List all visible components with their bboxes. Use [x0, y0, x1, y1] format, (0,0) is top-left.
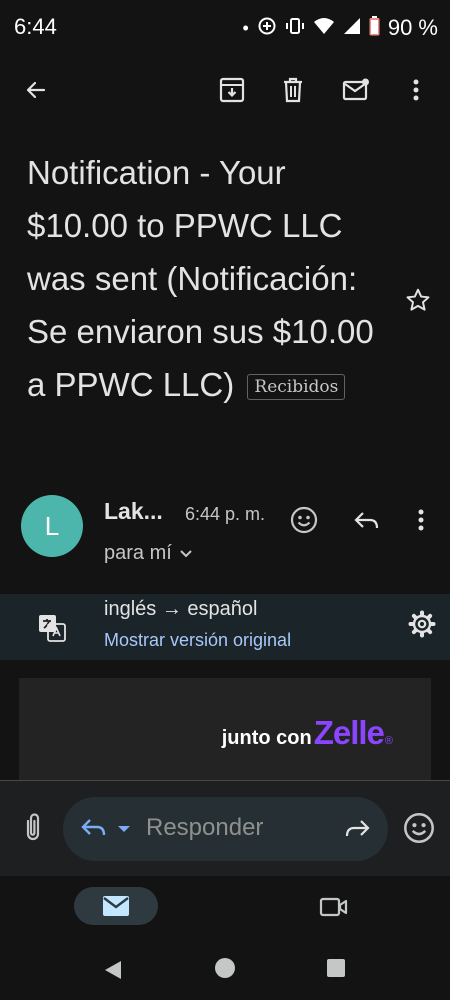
status-time: 6:44 — [14, 14, 57, 39]
system-home-icon[interactable] — [215, 958, 235, 978]
nav-mail-tab[interactable] — [74, 887, 158, 925]
vibrate-icon — [285, 16, 305, 41]
archive-button[interactable] — [212, 70, 252, 110]
signal-icon — [343, 17, 361, 40]
bottom-navigation — [0, 876, 450, 942]
status-bar: 6:44 • 90 % — [0, 0, 450, 56]
reply-bar: Responder — [0, 780, 450, 876]
system-recents-icon[interactable] — [327, 959, 345, 977]
email-content-card: junto con Zelle ® — [19, 678, 431, 780]
more-options-button[interactable] — [396, 70, 436, 110]
email-time: 6:44 p. m. — [185, 504, 266, 524]
attachment-icon[interactable] — [18, 811, 48, 843]
translation-bar: inglés → español Mostrar versión origina… — [0, 594, 450, 660]
add-reaction-button[interactable] — [286, 502, 322, 538]
show-original-link[interactable]: Mostrar versión original — [104, 630, 291, 651]
star-icon — [406, 288, 430, 311]
forward-icon[interactable] — [344, 818, 370, 838]
zelle-logo: Zelle — [313, 714, 385, 751]
reply-icon — [354, 512, 379, 529]
sender-avatar[interactable]: L — [21, 495, 83, 557]
battery-percent: 90 % — [387, 15, 438, 40]
message-more-button[interactable] — [403, 502, 439, 538]
archive-icon — [219, 77, 245, 103]
brand-prefix: junto con — [221, 727, 312, 749]
battery-icon — [369, 15, 380, 41]
sender-name[interactable]: Lak... — [104, 498, 163, 525]
back-arrow-icon — [26, 81, 46, 99]
recipient-text: para mí — [104, 542, 172, 564]
more-vert-icon — [413, 79, 419, 101]
wifi-icon — [313, 17, 335, 40]
chevron-down-icon — [180, 549, 192, 557]
translation-settings-button[interactable] — [404, 606, 440, 642]
email-screen: 6:44 • 90 % Notification - Your $10.00 t… — [0, 0, 450, 1000]
dot-icon: • — [242, 18, 249, 38]
registered-mark: ® — [384, 735, 393, 747]
email-subject: Notification - Your $10.00 to PPWC LLC w… — [27, 146, 389, 411]
trash-icon — [284, 77, 302, 103]
status-icons: • 90 % — [243, 15, 438, 41]
emoji-icon — [290, 506, 318, 534]
translate-icon — [39, 615, 66, 642]
email-header: Notification - Your $10.00 to PPWC LLC w… — [0, 124, 450, 594]
mark-unread-icon — [342, 78, 369, 101]
caret-down-icon[interactable] — [117, 825, 131, 833]
nav-meet-tab[interactable] — [316, 892, 352, 922]
emoji-icon[interactable] — [403, 812, 435, 844]
delete-button[interactable] — [273, 70, 313, 110]
translation-languages: inglés → español — [104, 598, 258, 620]
brand-line: junto con Zelle ® — [222, 714, 393, 752]
top-app-bar — [0, 56, 450, 124]
reply-placeholder: Responder — [146, 814, 264, 841]
data-saver-icon — [257, 16, 277, 41]
inbox-label-chip[interactable]: Recibidos — [247, 374, 346, 400]
reply-input[interactable]: Responder — [63, 797, 388, 861]
gear-icon — [408, 610, 436, 638]
mark-unread-button[interactable] — [336, 70, 376, 110]
star-button[interactable] — [400, 282, 436, 318]
reply-icon — [81, 819, 106, 836]
message-body: junto con Zelle ® — [0, 660, 450, 780]
system-back-icon[interactable] — [104, 960, 122, 980]
recipient-details[interactable]: para mí — [104, 542, 192, 565]
subject-text: Notification - Your $10.00 to PPWC LLC w… — [27, 154, 374, 403]
video-icon — [319, 897, 348, 917]
back-button[interactable] — [16, 70, 56, 110]
system-navigation — [0, 942, 450, 1000]
reply-button[interactable] — [349, 502, 385, 538]
more-vert-icon — [418, 509, 424, 531]
mail-icon — [103, 896, 129, 916]
